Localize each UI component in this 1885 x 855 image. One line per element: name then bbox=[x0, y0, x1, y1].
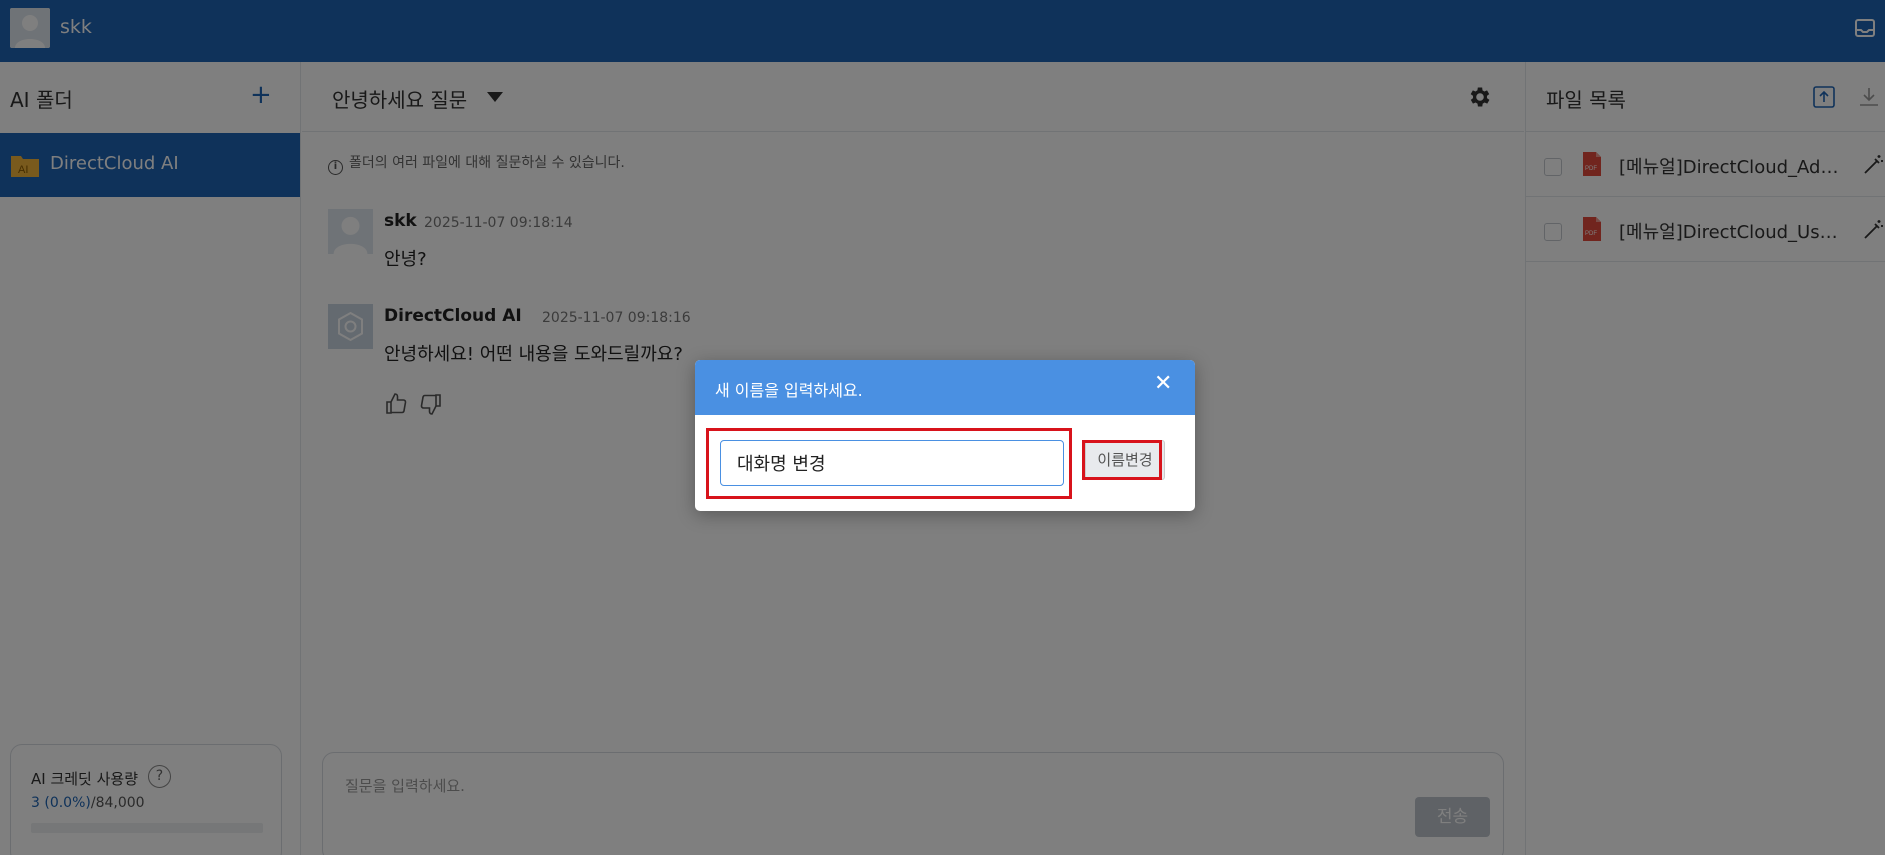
rename-dialog-header: 새 이름을 입력하세요. ✕ bbox=[695, 360, 1195, 415]
close-icon[interactable]: ✕ bbox=[1154, 373, 1172, 395]
highlight-box-button bbox=[1082, 440, 1162, 480]
rename-dialog: 새 이름을 입력하세요. ✕ 이름변경 bbox=[695, 360, 1195, 511]
rename-dialog-title: 새 이름을 입력하세요. bbox=[715, 381, 863, 400]
highlight-box-input bbox=[706, 428, 1072, 499]
